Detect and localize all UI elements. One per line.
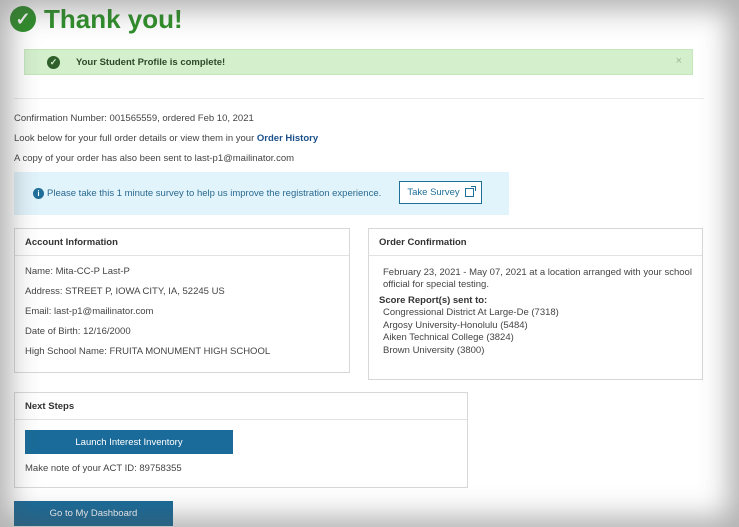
order-details-line: Look below for your full order details o… [14, 133, 318, 144]
testing-window-line2: official for special testing. [383, 279, 489, 290]
go-to-dashboard-button[interactable]: Go to My Dashboard [14, 501, 173, 526]
account-email: Email: last-p1@mailinator.com [25, 306, 154, 317]
success-message: Your Student Profile is complete! [76, 56, 226, 68]
page-title-text: Thank you! [44, 3, 183, 34]
account-information-panel: Account Information Name: Mita-CC-P Last… [14, 228, 350, 373]
take-survey-button[interactable]: Take Survey [399, 181, 482, 204]
survey-box: i Please take this 1 minute survey to he… [14, 172, 509, 215]
success-banner: ✓ Your Student Profile is complete! × [24, 49, 693, 75]
account-address: Address: STREET P, IOWA CITY, IA, 52245 … [25, 286, 225, 297]
score-report-item: Congressional District At Large-De (7318… [383, 307, 559, 318]
testing-window-line1: February 23, 2021 - May 07, 2021 at a lo… [383, 267, 692, 278]
order-body: February 23, 2021 - May 07, 2021 at a lo… [379, 267, 703, 357]
check-circle-icon: ✓ [10, 6, 36, 32]
account-name: Name: Mita-CC-P Last-P [25, 266, 130, 277]
account-high-school: High School Name: FRUITA MONUMENT HIGH S… [25, 346, 271, 357]
page-title: ✓ Thank you! [10, 4, 183, 34]
close-icon[interactable]: × [676, 55, 682, 67]
order-confirmation-panel: Order Confirmation February 23, 2021 - M… [368, 228, 703, 380]
act-id-note: Make note of your ACT ID: 89758355 [25, 463, 182, 474]
order-history-link[interactable]: Order History [257, 133, 318, 144]
confirmation-number: Confirmation Number: 001565559, ordered … [14, 113, 254, 124]
next-steps-heading: Next Steps [15, 393, 467, 420]
survey-text: Please take this 1 minute survey to help… [47, 188, 382, 199]
launch-interest-inventory-button[interactable]: Launch Interest Inventory [25, 430, 233, 454]
score-report-item: Brown University (3800) [383, 344, 485, 356]
divider [14, 98, 704, 99]
account-dob: Date of Birth: 12/16/2000 [25, 326, 131, 337]
score-report-item: Aiken Technical College (3824) [383, 332, 514, 343]
external-link-icon [464, 186, 476, 197]
next-steps-panel: Next Steps Launch Interest Inventory Mak… [14, 392, 468, 488]
score-report-item: Argosy University-Honolulu (5484) [383, 319, 528, 331]
account-information-heading: Account Information [15, 229, 349, 256]
info-icon: i [33, 188, 44, 199]
take-survey-label: Take Survey [407, 187, 460, 198]
score-reports-heading: Score Report(s) sent to: [379, 295, 488, 306]
order-details-text: Look below for your full order details o… [14, 133, 257, 144]
order-confirmation-heading: Order Confirmation [369, 229, 702, 256]
email-copy-line: A copy of your order has also been sent … [14, 153, 295, 164]
check-circle-icon: ✓ [47, 55, 60, 69]
